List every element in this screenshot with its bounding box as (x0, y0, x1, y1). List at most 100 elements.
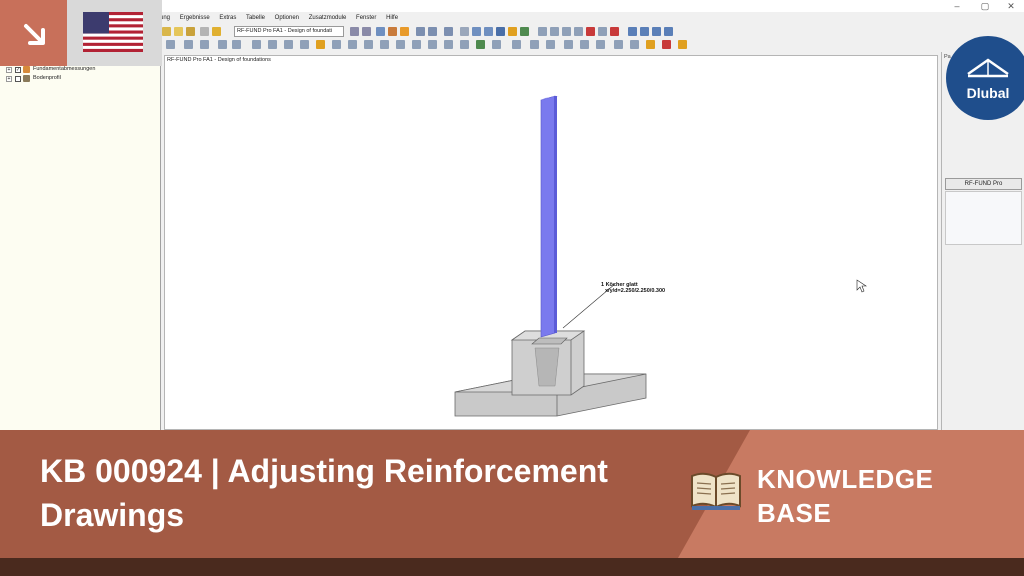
mirror-icon[interactable] (284, 40, 293, 49)
hinge-icon[interactable] (460, 40, 469, 49)
corner-badge (0, 0, 67, 66)
next-icon[interactable] (362, 27, 371, 36)
menu-item-add-on-modules[interactable]: Zusatzmodule (309, 15, 347, 21)
select-icon[interactable] (166, 40, 175, 49)
menu-item-options[interactable]: Optionen (275, 15, 299, 21)
expand-icon[interactable]: + (6, 75, 12, 82)
render-icon[interactable] (388, 27, 397, 36)
mesh-icon[interactable] (512, 40, 521, 49)
deformation-icon[interactable] (580, 40, 589, 49)
solid-icon[interactable] (444, 40, 453, 49)
dlubal-logo: Dlubal (946, 36, 1024, 120)
close-button[interactable]: ✕ (1000, 0, 1022, 12)
report-icon[interactable] (652, 27, 661, 36)
menu-item-tools[interactable]: Extras (219, 15, 236, 21)
calculate-icon[interactable] (564, 40, 573, 49)
soil-icon (23, 75, 30, 82)
filter-icon[interactable] (184, 40, 193, 49)
checkbox-checked-icon[interactable]: ✓ (15, 66, 21, 73)
tree-item-label: Fundamentabmessungen (33, 66, 96, 72)
combination-icon[interactable] (530, 40, 539, 49)
result-combination-icon[interactable] (546, 40, 555, 49)
opening-icon[interactable] (428, 40, 437, 49)
warning-icon[interactable] (646, 40, 655, 49)
language-badge[interactable] (67, 0, 162, 66)
measure-icon[interactable] (300, 40, 309, 49)
pan-icon[interactable] (550, 27, 559, 36)
surfaces-icon[interactable] (496, 27, 505, 36)
error-icon[interactable] (662, 40, 671, 49)
tree-item-label: Bodenprofil (33, 75, 61, 81)
mail-icon[interactable] (664, 27, 673, 36)
animation-icon[interactable] (630, 40, 639, 49)
nodes-icon[interactable] (472, 27, 481, 36)
section-icon[interactable] (428, 27, 437, 36)
highlight-icon[interactable] (678, 40, 687, 49)
tree-item-foundation-dimensions[interactable]: + ✓ Fundamentabmessungen (6, 65, 95, 74)
expand-icon[interactable]: + (6, 66, 12, 73)
maximize-button[interactable]: ▢ (974, 0, 996, 12)
check-icon[interactable] (476, 40, 485, 49)
supports-icon[interactable] (520, 27, 529, 36)
menu-item-table[interactable]: Tabelle (246, 15, 265, 21)
export-icon[interactable] (640, 27, 649, 36)
grid-icon[interactable] (460, 27, 469, 36)
table-icon[interactable] (444, 27, 453, 36)
rotate-icon[interactable] (538, 27, 547, 36)
menu-item-help[interactable]: Hilfe (386, 15, 398, 21)
save-icon[interactable] (186, 27, 195, 36)
stress-icon[interactable] (614, 40, 623, 49)
new-file-icon[interactable] (162, 27, 171, 36)
view-icon[interactable] (416, 27, 425, 36)
display-icon[interactable] (628, 27, 637, 36)
snap-icon[interactable] (232, 40, 241, 49)
guideline-icon[interactable] (348, 40, 357, 49)
minimize-button[interactable]: – (946, 0, 968, 12)
annotation-label-2: x/y/d=2.250/2.250/0.300 (605, 288, 665, 294)
cut-icon[interactable] (610, 27, 619, 36)
project-navigator: + ✓ Fundamentabmessungen + Bodenprofil (0, 52, 161, 430)
workplane-icon[interactable] (218, 40, 227, 49)
dimension-icon[interactable] (316, 40, 325, 49)
previous-icon[interactable] (350, 27, 359, 36)
line-icon[interactable] (364, 40, 373, 49)
arrow-down-right-icon (24, 24, 45, 45)
move-icon[interactable] (252, 40, 261, 49)
settings-icon[interactable] (598, 27, 607, 36)
internal-forces-icon[interactable] (596, 40, 605, 49)
menu-item-results[interactable]: Ergebnisse (180, 15, 210, 21)
column (540, 95, 556, 338)
polyline-icon[interactable] (396, 40, 405, 49)
foundation-3d-model: 1 Köcher glatt x/y/d=2.250/2.250/0.300 (454, 95, 867, 417)
panel-content (945, 191, 1022, 245)
open-file-icon[interactable] (174, 27, 183, 36)
undo-icon[interactable] (574, 27, 583, 36)
arc-icon[interactable] (380, 40, 389, 49)
us-flag-icon (83, 12, 143, 52)
knowledge-base-label: KNOWLEDGE BASE (757, 464, 934, 528)
rf-fund-pro-button[interactable]: RF-FUND Pro (945, 178, 1022, 190)
menu-bar: ung Ergebnisse Extras Tabelle Optionen Z… (160, 12, 1024, 25)
layer-icon[interactable] (492, 40, 501, 49)
results-icon[interactable] (400, 27, 409, 36)
dimensions-icon (23, 66, 30, 73)
logo-text: Dlubal (966, 85, 1010, 101)
spline-icon[interactable] (412, 40, 421, 49)
zoom-icon[interactable] (376, 27, 385, 36)
coordinate-icon[interactable] (200, 40, 209, 49)
checkbox-empty-icon[interactable] (15, 75, 21, 82)
copy-icon[interactable] (268, 40, 277, 49)
menu-item-window[interactable]: Fenster (356, 15, 376, 21)
loads-icon[interactable] (508, 27, 517, 36)
print-icon[interactable] (200, 27, 209, 36)
module-icon[interactable] (212, 27, 221, 36)
refresh-icon[interactable] (562, 27, 571, 36)
module-select[interactable]: RF-FUND Pro FA1 - Design of foundati (234, 26, 344, 37)
members-icon[interactable] (484, 27, 493, 36)
tree-item-soil-profile[interactable]: + Bodenprofil (6, 74, 61, 83)
mouse-cursor-icon (856, 279, 867, 293)
delete-icon[interactable] (586, 27, 595, 36)
graphics-window[interactable]: RF-FUND Pro FA1 - Design of foundations … (164, 55, 938, 430)
book-icon (691, 472, 741, 510)
comment-icon[interactable] (332, 40, 341, 49)
